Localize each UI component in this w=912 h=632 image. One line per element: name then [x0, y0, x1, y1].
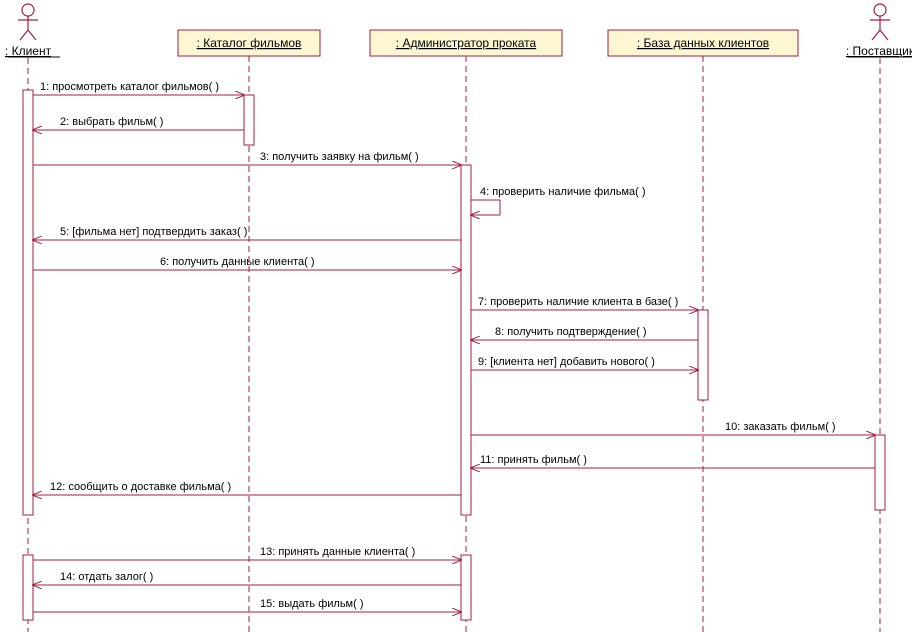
message-6-label: 6: получить данные клиента( ) [160, 256, 315, 268]
message-9-label: 9: [клиента нет] добавить нового( ) [478, 356, 655, 368]
participant-client-label: : Клиент [5, 44, 52, 58]
message-10-label: 10: заказать фильм( ) [725, 421, 836, 433]
message-12-label: 12: сообщить о доставке фильма( ) [50, 481, 231, 493]
participant-supplier-label: : Поставщик [846, 44, 912, 58]
message-13-label: 13: принять данные клиента( ) [260, 546, 415, 558]
activation-client [23, 90, 33, 515]
participant-catalog-label: : Каталог фильмов [197, 36, 302, 50]
message-8-label: 8: получить подтверждение( ) [495, 326, 647, 338]
message-5-label: 5: [фильма нет] подтвердить заказ( ) [60, 226, 247, 238]
participant-admin: : Администратор проката [370, 30, 562, 56]
message-4-arrow [471, 200, 500, 215]
message-14-label: 14: отдать залог( ) [60, 571, 153, 583]
message-3-label: 3: получить заявку на фильм( ) [260, 151, 419, 163]
participant-db: : База данных клиентов [608, 30, 798, 56]
message-1-label: 1: просмотреть каталог фильмов( ) [40, 81, 219, 93]
message-2-label: 2: выбрать фильм( ) [60, 116, 163, 128]
activation-admin-2 [461, 555, 471, 620]
message-7-label: 7: проверить наличие клиента в базе( ) [478, 296, 678, 308]
message-4-label: 4: проверить наличие фильма( ) [480, 186, 646, 198]
activation-supplier [875, 435, 885, 510]
activation-catalog [244, 95, 254, 145]
message-15-label: 15: выдать фильм( ) [260, 598, 364, 610]
participant-catalog: : Каталог фильмов [178, 30, 320, 56]
actor-supplier: : Поставщик [846, 4, 912, 58]
participant-admin-label: : Администратор проката [396, 36, 537, 50]
actor-client: : Клиент [5, 4, 60, 58]
message-11-label: 11: принять фильм( ) [480, 454, 587, 466]
participant-db-label: : База данных клиентов [637, 36, 769, 50]
activation-admin [461, 165, 471, 515]
activation-db [698, 310, 708, 400]
sequence-diagram: : Клиент : Каталог фильмов : Администрат… [0, 0, 912, 632]
activation-client-2 [23, 555, 33, 620]
